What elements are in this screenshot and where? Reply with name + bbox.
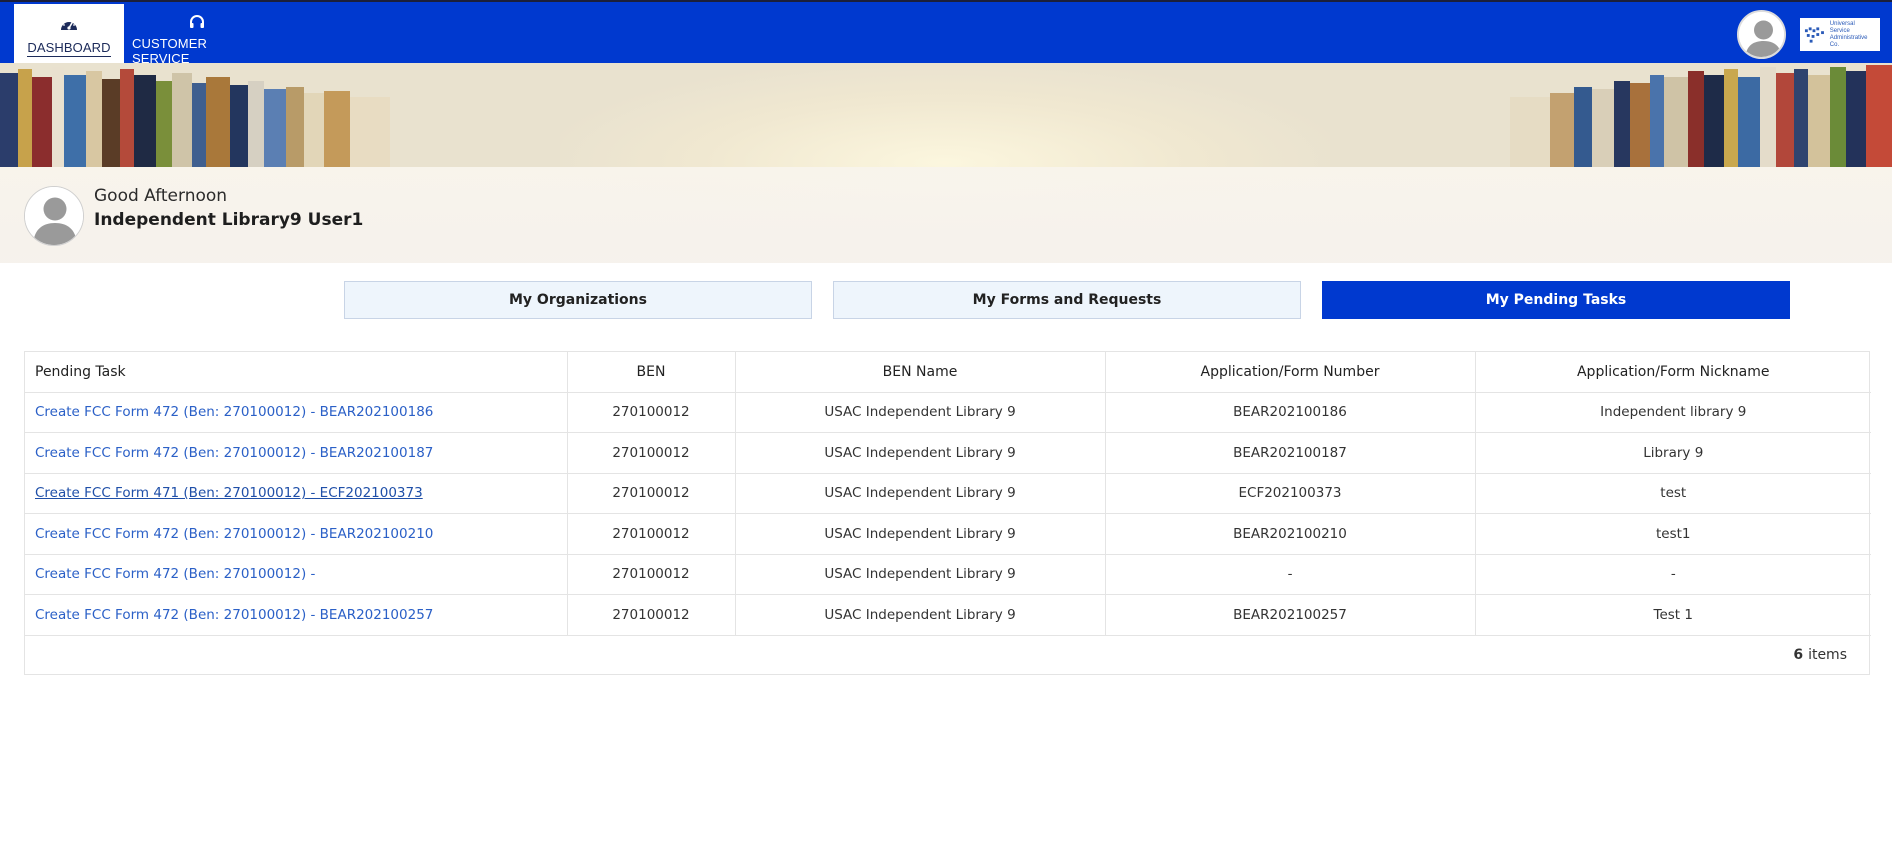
person-silhouette-icon [1739, 12, 1784, 57]
item-count-label: items [1808, 646, 1847, 663]
cell-form-number: BEAR202100257 [1105, 594, 1476, 636]
column-header-ben[interactable]: BEN [567, 352, 736, 393]
cell-pending-task: Create FCC Form 472 (Ben: 270100012) - [25, 554, 568, 595]
cell-ben: 270100012 [567, 554, 736, 595]
column-header-form-nickname[interactable]: Application/Form Nickname [1475, 352, 1871, 393]
cell-form-number: BEAR202100210 [1105, 513, 1476, 555]
table-header-row: Pending Task BEN BEN Name Application/Fo… [25, 352, 1871, 393]
cell-ben-name: USAC Independent Library 9 [735, 554, 1106, 595]
tab-my-forms-and-requests[interactable]: My Forms and Requests [833, 281, 1301, 319]
person-silhouette-icon [25, 187, 83, 245]
cell-ben-name: USAC Independent Library 9 [735, 473, 1106, 514]
pending-task-link[interactable]: Create FCC Form 472 (Ben: 270100012) - B… [35, 404, 433, 420]
pending-tasks-grid: Pending Task BEN BEN Name Application/Fo… [24, 351, 1871, 675]
tab-my-pending-tasks[interactable]: My Pending Tasks [1322, 281, 1790, 319]
pending-task-link[interactable]: Create FCC Form 472 (Ben: 270100012) - B… [35, 526, 433, 542]
library-banner [0, 63, 1892, 263]
nav-tab-customer-service-label: CUSTOMER SERVICE [132, 36, 207, 66]
pending-task-link[interactable]: Create FCC Form 472 (Ben: 270100012) - B… [35, 607, 433, 623]
cell-pending-task: Create FCC Form 472 (Ben: 270100012) - B… [25, 513, 568, 555]
cell-form-number: BEAR202100187 [1105, 432, 1476, 474]
user-avatar-menu[interactable] [1737, 10, 1786, 59]
table-row: Create FCC Form 472 (Ben: 270100012) - B… [25, 513, 1871, 555]
column-header-form-number[interactable]: Application/Form Number [1105, 352, 1476, 393]
dashboard-gauge-icon [59, 14, 79, 34]
nav-tab-customer-service[interactable]: CUSTOMER SERVICE [132, 4, 262, 66]
nav-tab-dashboard[interactable]: DASHBOARD [14, 4, 124, 65]
cell-form-nickname: Test 1 [1475, 594, 1871, 636]
table-row: Create FCC Form 472 (Ben: 270100012) - B… [25, 594, 1871, 636]
profile-avatar [24, 186, 84, 246]
cell-ben: 270100012 [567, 392, 736, 433]
table-row: Create FCC Form 472 (Ben: 270100012) - B… [25, 392, 1871, 433]
logo-line-2: Administrative Co. [1829, 34, 1868, 48]
cell-form-number: BEAR202100186 [1105, 392, 1476, 433]
logo-line-1: Universal Service [1829, 20, 1855, 34]
pending-task-link[interactable]: Create FCC Form 472 (Ben: 270100012) - [35, 566, 315, 582]
table-row: Create FCC Form 472 (Ben: 270100012) - B… [25, 432, 1871, 474]
cell-form-nickname: test [1475, 473, 1871, 514]
cell-ben-name: USAC Independent Library 9 [735, 513, 1106, 555]
cell-form-nickname: Independent library 9 [1475, 392, 1871, 433]
greeting-text: Good Afternoon [94, 186, 228, 206]
cell-pending-task: Create FCC Form 472 (Ben: 270100012) - B… [25, 392, 568, 433]
pending-task-link[interactable]: Create FCC Form 471 (Ben: 270100012) - E… [35, 485, 423, 501]
pending-task-link[interactable]: Create FCC Form 472 (Ben: 270100012) - B… [35, 445, 433, 461]
headset-icon [188, 14, 206, 30]
table-row: Create FCC Form 471 (Ben: 270100012) - E… [25, 473, 1871, 514]
usac-logo: Universal Service Administrative Co. [1800, 18, 1880, 51]
cell-pending-task: Create FCC Form 472 (Ben: 270100012) - B… [25, 594, 568, 636]
usac-logo-mark-icon [1804, 26, 1824, 43]
cell-ben-name: USAC Independent Library 9 [735, 594, 1106, 636]
table-row: Create FCC Form 472 (Ben: 270100012) - 2… [25, 554, 1871, 595]
nav-tab-dashboard-label: DASHBOARD [27, 40, 111, 57]
cell-pending-task: Create FCC Form 471 (Ben: 270100012) - E… [25, 473, 568, 514]
tab-my-organizations[interactable]: My Organizations [344, 281, 812, 319]
user-name: Independent Library9 User1 [94, 210, 364, 230]
cell-form-nickname: Library 9 [1475, 432, 1871, 474]
cell-ben-name: USAC Independent Library 9 [735, 392, 1106, 433]
top-nav-bar: DASHBOARD CUSTOMER SERVICE Universal Ser… [0, 0, 1892, 66]
column-header-ben-name[interactable]: BEN Name [735, 352, 1106, 393]
column-header-pending-task[interactable]: Pending Task [25, 352, 568, 393]
cell-ben: 270100012 [567, 513, 736, 555]
cell-ben: 270100012 [567, 432, 736, 474]
cell-form-number: - [1105, 554, 1476, 595]
item-count: 6 [1793, 646, 1804, 663]
grid-pager-info: 6 items [25, 636, 1869, 674]
cell-pending-task: Create FCC Form 472 (Ben: 270100012) - B… [25, 432, 568, 474]
cell-form-nickname: test1 [1475, 513, 1871, 555]
cell-ben: 270100012 [567, 594, 736, 636]
cell-ben: 270100012 [567, 473, 736, 514]
cell-form-nickname: - [1475, 554, 1871, 595]
pending-tasks-table: Pending Task BEN BEN Name Application/Fo… [25, 352, 1871, 636]
cell-ben-name: USAC Independent Library 9 [735, 432, 1106, 474]
cell-form-number: ECF202100373 [1105, 473, 1476, 514]
usac-logo-text: Universal Service Administrative Co. [1830, 21, 1876, 49]
